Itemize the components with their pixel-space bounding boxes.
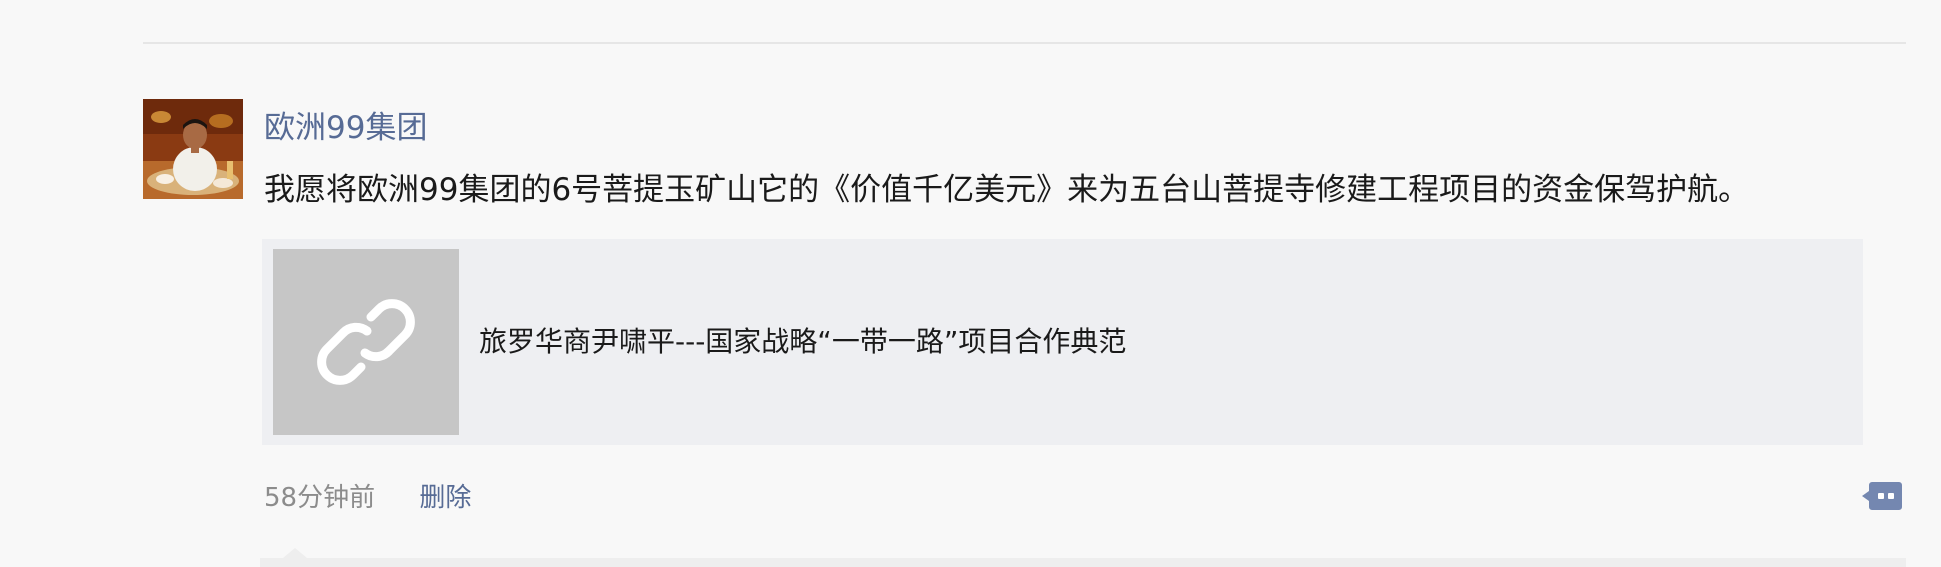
link-title: 旅罗华商尹啸平---国家战略“一带一路”项目合作典范 (479, 325, 1127, 358)
comment-icon (1862, 482, 1902, 510)
moment-post: 欧洲99集团 我愿将欧洲99集团的6号菩提玉矿山它的《价值千亿美元》来为五台山菩… (0, 0, 1941, 567)
post-content: 我愿将欧洲99集团的6号菩提玉矿山它的《价值千亿美元》来为五台山菩提寺修建工程项… (264, 172, 1750, 208)
post-timestamp: 58分钟前 (264, 483, 376, 513)
avatar[interactable] (143, 99, 243, 199)
link-thumbnail (273, 249, 459, 435)
post-meta: 58分钟前 删除 (264, 478, 471, 518)
delete-button[interactable]: 删除 (419, 478, 471, 518)
comment-area (260, 558, 1906, 567)
author-name[interactable]: 欧洲99集团 (264, 108, 427, 148)
avatar-photo (143, 99, 243, 199)
shared-link-card[interactable]: 旅罗华商尹啸平---国家战略“一带一路”项目合作典范 (262, 239, 1863, 445)
link-icon (317, 299, 415, 385)
comment-area-caret (283, 548, 307, 558)
comment-button[interactable] (1862, 480, 1902, 512)
